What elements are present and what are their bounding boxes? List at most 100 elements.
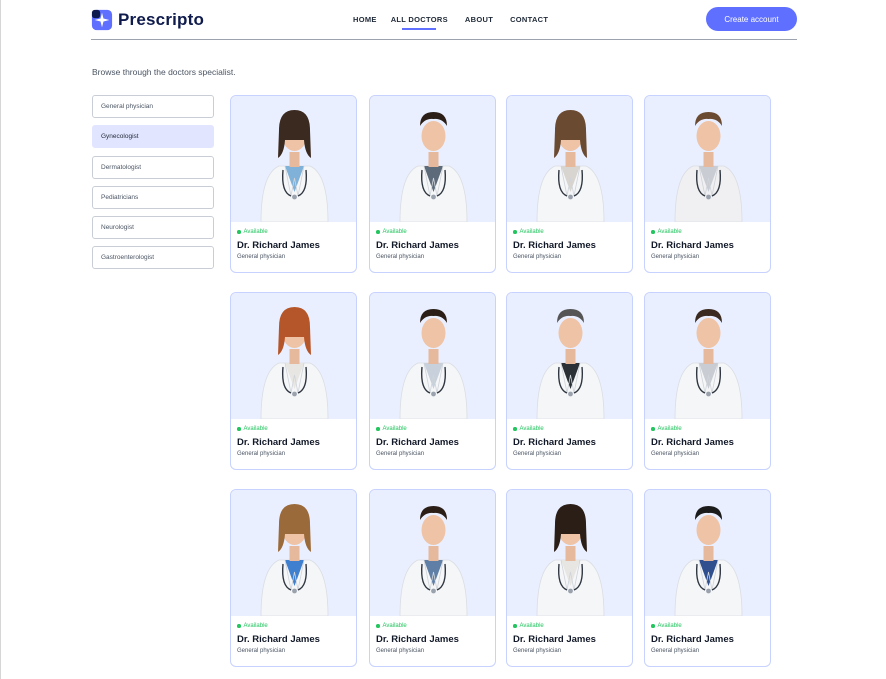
status-dot-icon (376, 230, 380, 234)
availability-status: Available (651, 623, 764, 629)
doctor-card[interactable]: Available Dr. Richard James General physic… (506, 95, 633, 273)
status-dot-icon (513, 230, 517, 234)
filter-gynecologist[interactable]: Gynecologist (92, 125, 214, 149)
doctor-name: Dr. Richard James (237, 634, 320, 645)
availability-label: Available (657, 426, 682, 432)
doctor-photo (231, 490, 356, 616)
main-nav: HOME ALL DOCTORS ABOUT CONTACT (353, 15, 548, 30)
status-dot-icon (237, 427, 241, 431)
filter-neurologist[interactable]: Neurologist (92, 216, 214, 240)
doctor-speciality: General physician (237, 451, 286, 457)
doctor-info: Available Dr. Richard James General physic… (231, 419, 356, 457)
doctor-card[interactable]: Available Dr. Richard James General physic… (506, 489, 633, 667)
status-dot-icon (237, 624, 241, 628)
doctor-info: Available Dr. Richard James General physic… (370, 222, 495, 260)
status-dot-icon (651, 427, 655, 431)
doctor-info: Available Dr. Richard James General physic… (507, 616, 632, 654)
doctor-photo (645, 96, 770, 222)
doctor-speciality: General physician (651, 451, 700, 457)
logo-icon (91, 9, 113, 31)
doctor-card[interactable]: Available Dr. Richard James General physic… (644, 292, 771, 470)
doctor-photo (645, 490, 770, 616)
doctor-info: Available Dr. Richard James General physic… (507, 419, 632, 457)
filter-dermatologist[interactable]: Dermatologist (92, 155, 214, 179)
doctor-photo (507, 490, 632, 616)
doctor-speciality: General physician (651, 648, 700, 654)
availability-status: Available (237, 229, 350, 235)
doctor-speciality: General physician (513, 254, 562, 260)
availability-status: Available (651, 229, 764, 235)
doctor-speciality: General physician (376, 254, 425, 260)
nav-all-doctors[interactable]: ALL DOCTORS (391, 15, 448, 30)
doctor-photo (507, 293, 632, 419)
availability-label: Available (382, 623, 407, 629)
doctor-card[interactable]: Available Dr. Richard James General physic… (369, 292, 496, 470)
availability-label: Available (382, 426, 407, 432)
doctor-info: Available Dr. Richard James General physic… (645, 419, 770, 457)
availability-status: Available (376, 229, 489, 235)
availability-status: Available (513, 229, 626, 235)
doctor-card[interactable]: Available Dr. Richard James General physic… (230, 489, 357, 667)
doctor-info: Available Dr. Richard James General physic… (231, 222, 356, 260)
doctor-card[interactable]: Available Dr. Richard James General physic… (369, 95, 496, 273)
doctor-photo (370, 490, 495, 616)
filter-pediatricians[interactable]: Pediatricians (92, 185, 214, 209)
availability-label: Available (243, 426, 268, 432)
brand-name: Prescripto (118, 10, 205, 29)
availability-label: Available (382, 229, 407, 235)
doctor-photo (645, 293, 770, 419)
availability-label: Available (657, 229, 682, 235)
status-dot-icon (237, 230, 241, 234)
availability-status: Available (237, 623, 350, 629)
filter-general-physician[interactable]: General physician (92, 95, 214, 118)
status-dot-icon (651, 230, 655, 234)
doctor-speciality: General physician (513, 451, 562, 457)
status-dot-icon (513, 624, 517, 628)
doctor-speciality: General physician (651, 254, 700, 260)
brand-logo[interactable]: Prescripto (91, 9, 204, 31)
create-account-button[interactable]: Create account (706, 7, 797, 31)
filter-gastroenterologist[interactable]: Gastroenterologist (92, 246, 214, 270)
doctor-photo (507, 96, 632, 222)
doctor-card[interactable]: Available Dr. Richard James General physic… (369, 489, 496, 667)
doctor-name: Dr. Richard James (237, 240, 320, 251)
doctor-photo (231, 96, 356, 222)
availability-label: Available (657, 623, 682, 629)
doctor-name: Dr. Richard James (513, 634, 596, 645)
doctor-photo (370, 96, 495, 222)
doctor-name: Dr. Richard James (376, 634, 459, 645)
doctor-name: Dr. Richard James (237, 437, 320, 448)
nav-home[interactable]: HOME (353, 15, 377, 24)
doctor-card[interactable]: Available Dr. Richard James General physic… (644, 95, 771, 273)
availability-label: Available (519, 426, 544, 432)
availability-status: Available (513, 623, 626, 629)
doctor-card[interactable]: Available Dr. Richard James General physic… (230, 292, 357, 470)
availability-status: Available (513, 426, 626, 432)
doctor-speciality: General physician (237, 648, 286, 654)
doctor-name: Dr. Richard James (376, 240, 459, 251)
doctor-name: Dr. Richard James (513, 437, 596, 448)
doctor-name: Dr. Richard James (513, 240, 596, 251)
nav-about[interactable]: ABOUT (465, 15, 493, 24)
status-dot-icon (376, 624, 380, 628)
doctor-card[interactable]: Available Dr. Richard James General physic… (644, 489, 771, 667)
doctor-name: Dr. Richard James (651, 240, 734, 251)
availability-status: Available (376, 623, 489, 629)
doctor-info: Available Dr. Richard James General physic… (370, 616, 495, 654)
doctor-card[interactable]: Available Dr. Richard James General physic… (230, 95, 357, 273)
doctor-info: Available Dr. Richard James General physic… (507, 222, 632, 260)
availability-label: Available (243, 229, 268, 235)
doctor-photo (370, 293, 495, 419)
availability-status: Available (237, 426, 350, 432)
availability-status: Available (376, 426, 489, 432)
doctor-speciality: General physician (376, 648, 425, 654)
top-navbar: Prescripto HOME ALL DOCTORS ABOUT CONTAC… (91, 6, 797, 40)
doctor-photo (231, 293, 356, 419)
status-dot-icon (376, 427, 380, 431)
app-frame: Prescripto HOME ALL DOCTORS ABOUT CONTAC… (0, 0, 886, 679)
doctor-speciality: General physician (237, 254, 286, 260)
page-subtitle: Browse through the doctors specialist. (92, 67, 236, 77)
doctor-card[interactable]: Available Dr. Richard James General physic… (506, 292, 633, 470)
availability-status: Available (651, 426, 764, 432)
nav-contact[interactable]: CONTACT (510, 15, 548, 24)
